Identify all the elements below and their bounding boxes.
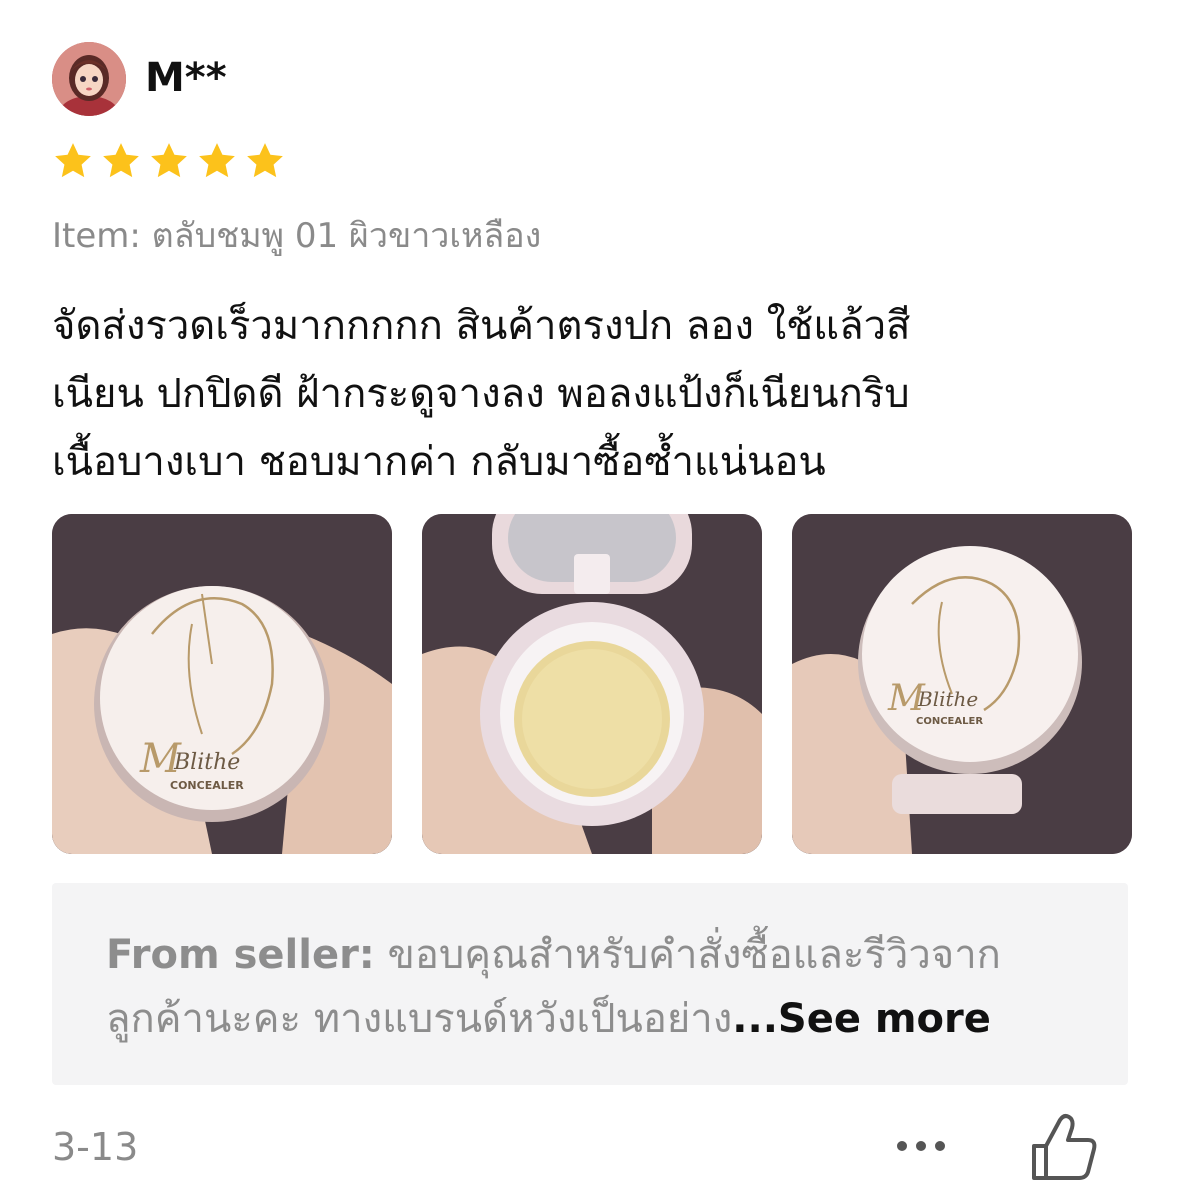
seller-reply-text-1: ขอบคุณสำหรับคำสั่งซื้อและรีวิวจาก bbox=[374, 932, 1001, 978]
more-dots-icon[interactable] bbox=[886, 1126, 956, 1166]
avatar[interactable] bbox=[52, 42, 126, 116]
review-line: เนียน ปกปิดดี ฝ้ากระดูจางลง พอลงแป้งก็เน… bbox=[52, 371, 910, 417]
seller-reply-label: From seller: bbox=[106, 932, 375, 978]
brand-subtitle: CONCEALER bbox=[916, 716, 983, 727]
review-date: 3-13 bbox=[52, 1125, 139, 1169]
seller-reply-text-2: ลูกค้านะคะ ทางแบรนด์หวังเป็นอย่าง bbox=[106, 996, 733, 1042]
item-variant: Item: ตลับชมพู 01 ผิวขาวเหลือง bbox=[52, 216, 542, 256]
star-icon bbox=[247, 143, 283, 178]
review-line: จัดส่งรวดเร็วมากกกกก สินค้าตรงปก ลอง ใช้… bbox=[52, 303, 911, 349]
review-photo-3[interactable]: M Blithe CONCEALER bbox=[792, 514, 1132, 854]
thumbs-up-icon[interactable] bbox=[1026, 1110, 1100, 1184]
review-photo-2[interactable] bbox=[422, 514, 762, 854]
brand-text: Blithe bbox=[917, 687, 978, 711]
review-photo-1[interactable]: M Blithe CONCEALER bbox=[52, 514, 392, 854]
brand-text: Blithe bbox=[173, 750, 240, 775]
reviewer-name: M** bbox=[145, 55, 227, 101]
review-photos: M Blithe CONCEALER M Blithe CONCEALER bbox=[52, 514, 1132, 854]
star-icon bbox=[55, 143, 91, 178]
dot bbox=[916, 1141, 926, 1151]
star-icon bbox=[199, 143, 235, 178]
star-icon bbox=[103, 143, 139, 178]
dot bbox=[935, 1141, 945, 1151]
seller-reply: From seller: ขอบคุณสำหรับคำสั่งซื้อและรี… bbox=[52, 883, 1128, 1085]
review-card: M** Item: ตลับชมพู 01 ผิวขาวเหลือง จัดส่… bbox=[0, 0, 1179, 1204]
see-more-link[interactable]: ...See more bbox=[732, 996, 991, 1042]
star-rating bbox=[52, 140, 286, 182]
review-line: เนื้อบางเบา ชอบมากค่า กลับมาซื้อซ้ำแน่นอ… bbox=[52, 439, 826, 485]
review-body: จัดส่งรวดเร็วมากกกกก สินค้าตรงปก ลอง ใช้… bbox=[52, 292, 1132, 496]
brand-subtitle: CONCEALER bbox=[170, 779, 244, 792]
star-icon bbox=[151, 143, 187, 178]
dot bbox=[897, 1141, 907, 1151]
